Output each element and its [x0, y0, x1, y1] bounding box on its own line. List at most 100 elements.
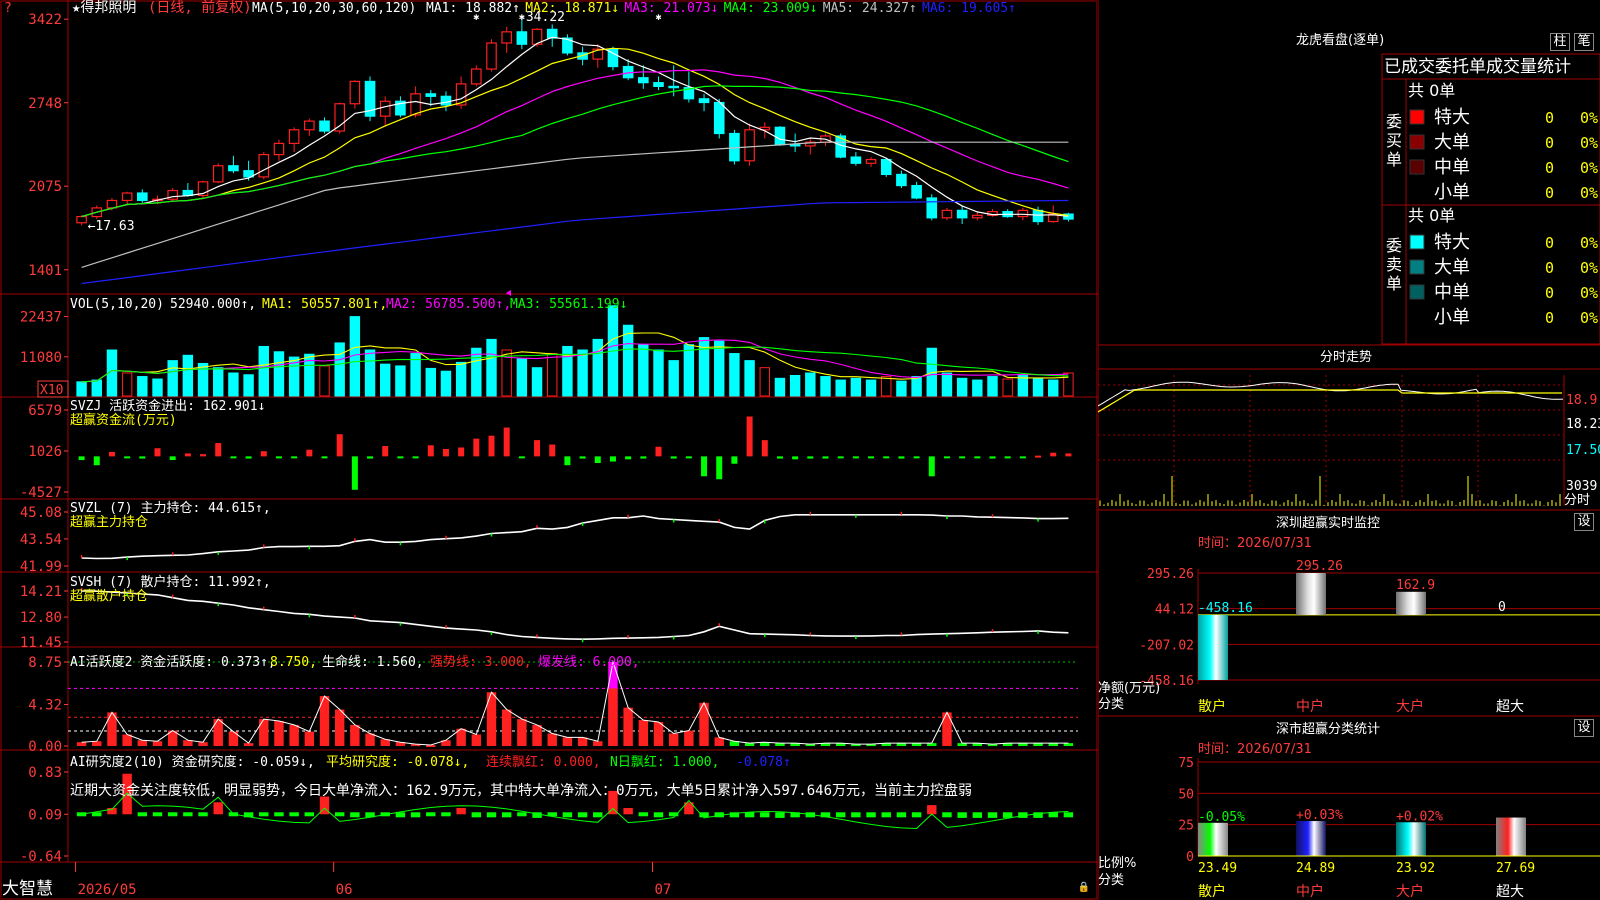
svzj-bar: [230, 456, 237, 459]
svzj-bar: [716, 456, 723, 480]
sidebar: 特大 0 0% 大单 0 0% 中单 0 0% 小单 0 0% 特大 0 0% 大单 0 0% 中单 0 0% 小单 0 0%…: [1098, 0, 1600, 900]
ai-active-bar: [638, 720, 649, 746]
ai-active-bar: [623, 707, 633, 746]
ai-research-bar: [1002, 812, 1013, 818]
svzj-bar: [959, 456, 966, 459]
ai-research-bar: [851, 812, 861, 818]
buy-row-label-2: 中单: [1434, 157, 1470, 178]
ai-research-bar: [866, 812, 876, 818]
svzj-bar: [260, 451, 267, 457]
svzl-sub: 超赢主力持仓: [70, 514, 148, 530]
dragon-title: 龙虎看盘(逐单): [1296, 33, 1385, 48]
svsh-y-tick: 12.80: [20, 610, 62, 626]
class-bar-散户: [1198, 822, 1228, 856]
ai-research-bar: [137, 812, 148, 817]
ai-active-bar: [350, 724, 360, 746]
app-logo: 大智慧: [2, 879, 53, 899]
svzj-bar: [245, 456, 252, 459]
trading-app: 3422 2748 2075 1401 34.22 ←17.63 ✱ ✱ ✱? ★得邦照明 (日线,…: [0, 0, 1600, 900]
class-settings-button[interactable]: 设: [1574, 719, 1594, 737]
svzj-bar: [731, 456, 738, 464]
volume-bar: [531, 367, 543, 397]
volume-bar: [698, 337, 710, 397]
buy-row-value-0: 0: [1545, 109, 1554, 127]
svzj-bar: [427, 445, 434, 457]
svzj-bar: [974, 456, 981, 459]
svzj-bar: [868, 456, 875, 459]
tab-bar-button[interactable]: 柱: [1550, 33, 1570, 51]
ai-research-bar: [167, 812, 178, 817]
candle-up: [1017, 209, 1029, 218]
volume-bar: [789, 374, 801, 397]
volume-bar: [319, 365, 330, 397]
candle-up: [471, 68, 482, 85]
class-pct-0: -0.05%: [1198, 810, 1245, 825]
candle-down: [789, 144, 801, 147]
svsh-y-tick: 14.21: [20, 584, 62, 600]
ma-header: MA(5,10,20,30,60,120): [252, 1, 416, 16]
candle-up: [121, 192, 133, 202]
ai-active-bar: [471, 734, 482, 746]
price-y-tick: 1401: [28, 263, 62, 279]
price-mode: (日线, 前复权): [148, 0, 252, 16]
svzj-bar: [883, 456, 890, 459]
volume-bar: [987, 376, 998, 397]
vol-y-tick: 11080: [20, 350, 62, 366]
intraday-y-tick: 17.50: [1566, 443, 1600, 458]
candle-up: [304, 120, 315, 131]
svzj-bar: [822, 456, 829, 459]
volume-bar: [152, 378, 163, 397]
intraday-title: 分时走势: [1320, 350, 1373, 365]
buy-row-swatch: [1409, 159, 1425, 175]
vol-unit-label: X10: [40, 383, 63, 398]
sz-class-title: 深市超赢分类统计: [1276, 722, 1381, 737]
candle-down: [880, 158, 892, 176]
svzj-header: SVZJ 活跃资金进出: 162.901↓: [70, 398, 265, 414]
monitor-y-tick: 44.12: [1155, 603, 1194, 618]
ai-research-bar: [517, 812, 527, 817]
candle-down: [896, 173, 907, 187]
ai-research-bar: [92, 812, 102, 817]
tab-order-button[interactable]: 笔: [1574, 33, 1594, 51]
volume-bar: [273, 351, 285, 397]
class-class-label: 分类: [1098, 873, 1125, 888]
volume-bar: [440, 370, 452, 397]
ai-active-value2: 8.750,: [270, 655, 317, 670]
volume-bar: [774, 377, 786, 397]
buy-row-label-0: 特大: [1434, 107, 1470, 128]
ai-active-y-tick: 4.32: [28, 698, 62, 714]
volume-bar: [714, 340, 725, 397]
class-pct-2: +0.02%: [1396, 809, 1443, 824]
ai-research-bar: [395, 812, 406, 818]
monitor-settings-button[interactable]: 设: [1574, 513, 1594, 531]
class-value-2: 23.92: [1396, 861, 1435, 876]
ai-active-bar: [92, 741, 102, 746]
ai-research-bar: [562, 812, 573, 818]
ai-active-bar: [198, 742, 208, 746]
sell-row-value-3: 0: [1545, 309, 1554, 327]
candle-down: [911, 184, 922, 199]
candle-down: [774, 126, 786, 146]
svzj-bar: [518, 456, 525, 459]
candle-down: [137, 192, 148, 202]
svzl-y-tick: 41.99: [20, 559, 62, 575]
class-category-2: 大户: [1396, 883, 1424, 900]
ai-research-bar: [957, 812, 967, 818]
candle-down: [516, 31, 528, 45]
main-chart[interactable]: 342227482075140134.22←17.63✱ ✱ ✱? ★得邦照明 (日线,…: [0, 0, 1098, 900]
vol-y-tick: 22437: [20, 310, 62, 326]
ma4-value: MA4: 23.009↓: [724, 1, 818, 16]
monitor-value-2: 162.9: [1396, 578, 1435, 593]
monitor-value-3: 0: [1498, 600, 1506, 615]
svzj-bar: [351, 456, 358, 490]
ai-research-header: AI研究度2(10) 资金研究度: -0.059↓,: [70, 754, 315, 770]
volume-bar: [881, 376, 892, 397]
volume-bar: [243, 374, 254, 397]
candle-up: [106, 199, 118, 209]
volume-bar: [182, 354, 194, 397]
volume-bar: [1048, 379, 1059, 397]
ai-active-bar: [274, 721, 284, 746]
svzj-bar: [336, 434, 343, 457]
monitor-time: 时间：2026/07/31: [1198, 536, 1312, 551]
sell-label: 委卖单: [1386, 236, 1403, 293]
